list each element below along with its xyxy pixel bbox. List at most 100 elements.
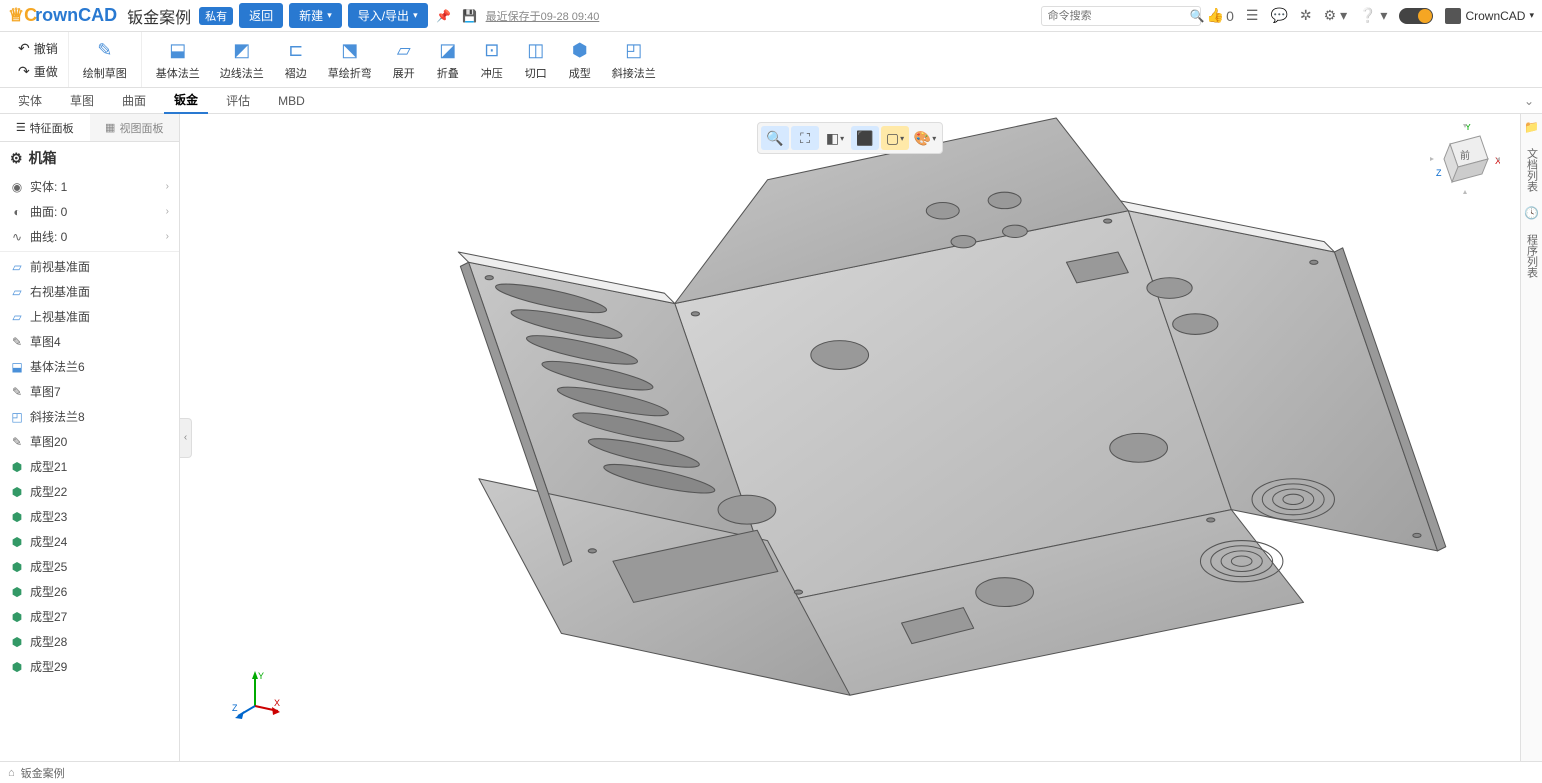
- tree-surface-count[interactable]: ◐曲面: 0›: [0, 199, 179, 224]
- right-rail: 📁 文档列表 🕓 程序列表: [1520, 114, 1542, 761]
- features-panel-tab[interactable]: ☰特征面板: [0, 114, 90, 141]
- tree-feature[interactable]: ⬢成型27: [0, 604, 179, 629]
- user-name: CrownCAD: [1465, 9, 1525, 23]
- tree-plane-top[interactable]: ▱上视基准面: [0, 304, 179, 329]
- views-panel-tab[interactable]: ▦视图面板: [90, 114, 180, 141]
- undo-button[interactable]: ↶撤销: [14, 38, 62, 59]
- tree-feature[interactable]: ⬢成型24: [0, 529, 179, 554]
- caret-down-icon: ▾: [413, 10, 418, 21]
- tree-feature[interactable]: ⬢成型29: [0, 654, 179, 679]
- svg-text:Z: Z: [232, 703, 238, 713]
- privacy-badge: 私有: [199, 7, 233, 25]
- logo-text: rownCAD: [35, 5, 117, 26]
- search-input[interactable]: [1048, 10, 1190, 22]
- tab-surface[interactable]: 曲面: [112, 88, 156, 113]
- import-export-button[interactable]: 导入/导出▾: [348, 3, 428, 28]
- tab-mbd[interactable]: MBD: [268, 90, 315, 112]
- new-button[interactable]: 新建▾: [289, 3, 342, 28]
- feature-tree[interactable]: ◉实体: 1› ◐曲面: 0› ∿曲线: 0› ▱前视基准面 ▱右视基准面 ▱上…: [0, 174, 179, 761]
- tab-evaluate[interactable]: 评估: [216, 88, 260, 113]
- pin-icon[interactable]: 📌: [434, 6, 454, 26]
- view-orientation-button[interactable]: ◧▾: [821, 126, 849, 150]
- tab-sheetmetal[interactable]: 钣金: [164, 87, 208, 114]
- back-button[interactable]: 返回: [239, 3, 283, 28]
- curve-icon: ∿: [10, 230, 24, 244]
- chevron-right-icon: ›: [166, 181, 169, 192]
- 3d-viewport[interactable]: 🔍 ⛶ ◧▾ ⬛ ▢▾ 🎨▾: [180, 114, 1520, 761]
- appearance-button[interactable]: 🎨▾: [911, 126, 939, 150]
- tree-solid-count[interactable]: ◉实体: 1›: [0, 174, 179, 199]
- clock-icon[interactable]: 🕓: [1524, 206, 1539, 220]
- zoom-fit-button[interactable]: 🔍: [761, 126, 789, 150]
- sidebar-collapse-handle[interactable]: ‹: [180, 418, 192, 458]
- edge-flange-icon: ◩: [230, 39, 254, 63]
- last-saved-label[interactable]: 最近保存于09-28 09:40: [486, 8, 600, 24]
- sketch-bend-button[interactable]: ⬔草绘折弯: [320, 37, 380, 83]
- unfold-button[interactable]: ▱展开: [384, 37, 424, 83]
- view-cube[interactable]: 前 Y X Z: [1430, 124, 1500, 194]
- tab-solid[interactable]: 实体: [8, 88, 52, 113]
- frame-button[interactable]: ⛶: [791, 126, 819, 150]
- user-menu[interactable]: CrownCAD ▾: [1445, 8, 1534, 24]
- miter-flange-icon: ◰: [622, 39, 646, 63]
- tree-feature[interactable]: ⬢成型22: [0, 479, 179, 504]
- base-flange-button[interactable]: ⬓基体法兰: [148, 37, 208, 83]
- tree-curve-count[interactable]: ∿曲线: 0›: [0, 224, 179, 249]
- sketch-icon: ✎: [10, 435, 24, 449]
- section-view-button[interactable]: ⬛: [851, 126, 879, 150]
- unfold-icon: ▱: [392, 39, 416, 63]
- edge-flange-button[interactable]: ◩边线法兰: [212, 37, 272, 83]
- breadcrumb[interactable]: 钣金案例: [21, 765, 65, 781]
- share-icon[interactable]: ✲: [1300, 7, 1312, 24]
- cutout-button[interactable]: ◫切口: [516, 37, 556, 83]
- home-icon[interactable]: ⌂: [8, 767, 15, 779]
- tree-feature[interactable]: ✎草图4: [0, 329, 179, 354]
- sketch-icon: ✎: [10, 385, 24, 399]
- fold-button[interactable]: ◪折叠: [428, 37, 468, 83]
- tree-feature[interactable]: ⬢成型28: [0, 629, 179, 654]
- hem-button[interactable]: ⊏褶边: [276, 37, 316, 83]
- forming-button[interactable]: ⬢成型: [560, 37, 600, 83]
- program-list-tab[interactable]: 程序列表: [1524, 230, 1540, 282]
- tree-feature[interactable]: ⬢成型21: [0, 454, 179, 479]
- command-search[interactable]: 🔍: [1041, 6, 1201, 26]
- redo-button[interactable]: ↷重做: [14, 61, 62, 82]
- list-icon[interactable]: ☰: [1246, 7, 1259, 24]
- views-icon: ▦: [105, 121, 115, 134]
- punch-button[interactable]: ⊡冲压: [472, 37, 512, 83]
- save-icon[interactable]: 💾: [460, 6, 480, 26]
- fold-icon: ◪: [436, 39, 460, 63]
- tree-feature[interactable]: ✎草图20: [0, 429, 179, 454]
- tab-sketch[interactable]: 草图: [60, 88, 104, 113]
- chevron-right-icon: ›: [166, 231, 169, 242]
- miter-icon: ◰: [10, 410, 24, 424]
- sketch-button[interactable]: ✎ 绘制草图: [75, 37, 135, 83]
- comment-icon[interactable]: 💬: [1270, 7, 1287, 24]
- tree-plane-front[interactable]: ▱前视基准面: [0, 254, 179, 279]
- category-tabs: 实体 草图 曲面 钣金 评估 MBD ⌄: [0, 88, 1542, 114]
- search-icon[interactable]: 🔍: [1190, 9, 1205, 23]
- app-logo[interactable]: ♕CrownCAD: [8, 5, 117, 26]
- docs-list-tab[interactable]: 文档列表: [1524, 144, 1540, 196]
- miter-flange-button[interactable]: ◰斜接法兰: [604, 37, 664, 83]
- forming-icon: ⬢: [568, 39, 592, 63]
- like-button[interactable]: 👍0: [1207, 7, 1234, 24]
- tree-feature[interactable]: ◰斜接法兰8: [0, 404, 179, 429]
- help-icon[interactable]: ❔ ▾: [1359, 7, 1387, 24]
- tree-feature[interactable]: ⬢成型23: [0, 504, 179, 529]
- crown-icon: ♕C: [8, 5, 37, 26]
- folder-icon[interactable]: 📁: [1524, 120, 1539, 134]
- collapse-ribbon-icon[interactable]: ⌄: [1524, 94, 1534, 108]
- tree-feature[interactable]: ⬓基体法兰6: [0, 354, 179, 379]
- tree-feature[interactable]: ⬢成型25: [0, 554, 179, 579]
- view-toolbar: 🔍 ⛶ ◧▾ ⬛ ▢▾ 🎨▾: [757, 122, 943, 154]
- form-icon: ⬢: [10, 635, 24, 649]
- tree-feature[interactable]: ⬢成型26: [0, 579, 179, 604]
- display-style-button[interactable]: ▢▾: [881, 126, 909, 150]
- plane-icon: ▱: [10, 260, 24, 274]
- settings-icon[interactable]: ⚙ ▾: [1324, 7, 1347, 24]
- tree-feature[interactable]: ✎草图7: [0, 379, 179, 404]
- theme-toggle[interactable]: [1399, 8, 1433, 24]
- tree-plane-right[interactable]: ▱右视基准面: [0, 279, 179, 304]
- app-header: ♕CrownCAD 钣金案例 私有 返回 新建▾ 导入/导出▾ 📌 💾 最近保存…: [0, 0, 1542, 32]
